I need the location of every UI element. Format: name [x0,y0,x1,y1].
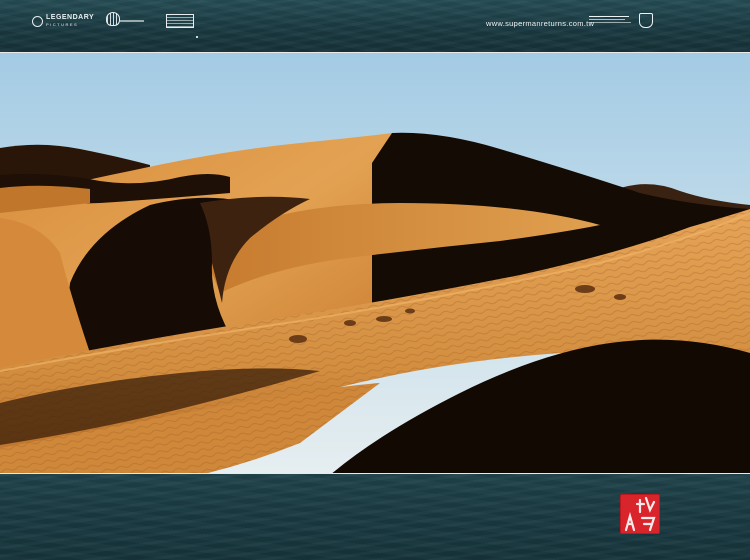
shell-icon [106,12,120,26]
legendary-logo: LEGENDARY PICTURES [32,14,94,28]
dune-photograph [0,52,750,474]
legendary-mark-icon [32,15,43,27]
box-logo [166,14,194,28]
website-url: www.supermanreturns.com.tw [486,19,595,28]
red-seal-stamp-icon [620,494,660,534]
header-band: LEGENDARY PICTURES www.supermanreturns.c… [0,0,750,52]
warner-bros-credit [589,14,637,25]
shell-logo [106,12,144,26]
dune-scene [0,53,750,473]
warner-bros-shield-logo [639,13,653,28]
dot-mark [196,36,198,38]
